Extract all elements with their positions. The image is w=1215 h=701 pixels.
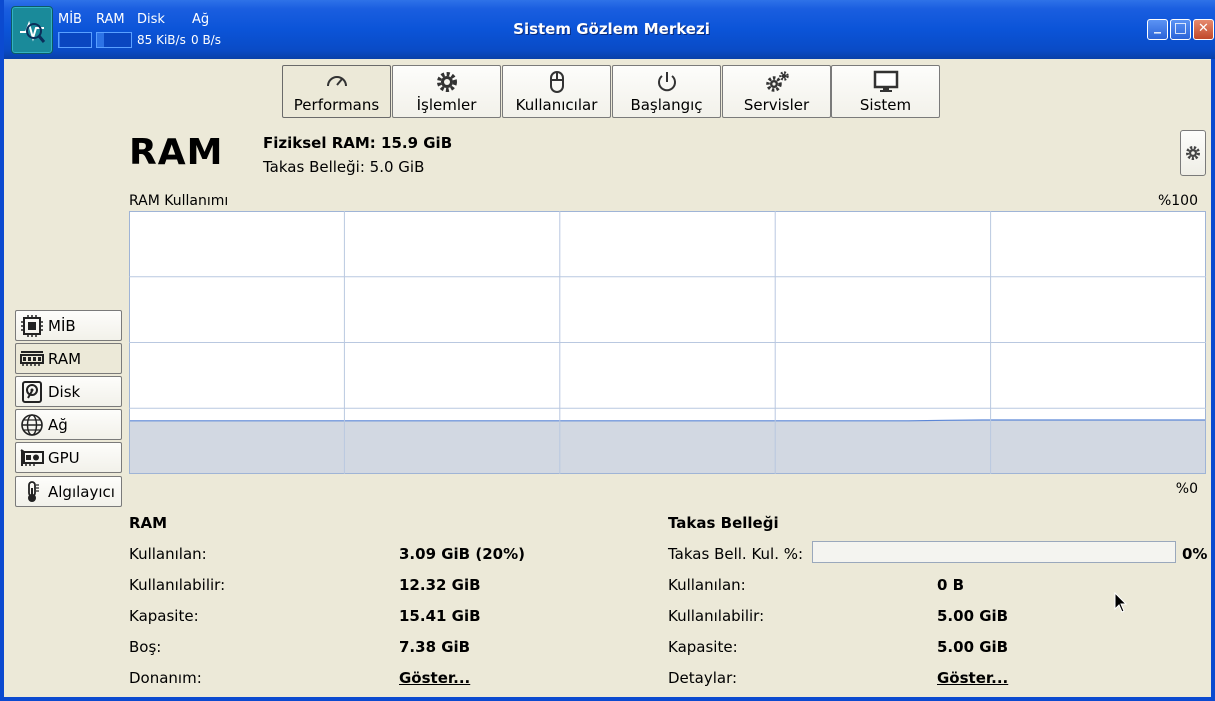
ram-capacity-value: 15.41 GiB (399, 607, 481, 625)
swap-available-value: 5.00 GiB (937, 607, 1009, 625)
tab-kullanicilar[interactable]: Kullanıcılar (502, 65, 611, 118)
ram-usage-chart (129, 211, 1206, 474)
sidebar-item-label: Ağ (48, 416, 68, 434)
window-title: Sistem Gözlem Merkezi (513, 20, 710, 38)
physical-ram-info: Fiziksel RAM: 15.9 GiB (263, 134, 453, 152)
chart-area-fill (130, 420, 1205, 473)
swap-available-label: Kullanılabilir: (668, 607, 765, 625)
gauge-icon (283, 70, 390, 94)
mouse-cursor-icon (1114, 592, 1128, 613)
ram-free-value: 7.38 GiB (399, 638, 471, 656)
tab-baslangic[interactable]: Başlangıç (612, 65, 721, 118)
monitor-icon (832, 70, 939, 94)
title-bar[interactable]: MİB RAM Disk Ağ 85 KiB/s 0 B/s Sistem Gö… (4, 0, 1215, 59)
sidebar-item-label: Disk (48, 383, 81, 401)
ram-used-label: Kullanılan: (129, 545, 207, 563)
tab-label: Başlangıç (630, 96, 703, 114)
swap-used-value: 0 B (937, 576, 965, 594)
ram-available-label: Kullanılabilir: (129, 576, 226, 594)
sidebar-item-disk[interactable]: Disk (15, 376, 122, 407)
page-title: RAM (129, 132, 224, 173)
swap-info: Takas Belleği: 5.0 GiB (263, 158, 425, 176)
sidebar-item-label: GPU (48, 449, 80, 467)
sidebar-item-label: Algılayıcı (48, 483, 115, 501)
tab-label: İşlemler (416, 96, 477, 114)
chart-title: RAM Kullanımı (129, 193, 229, 209)
mouse-icon (503, 70, 610, 94)
swap-section-title: Takas Belleği (668, 514, 779, 532)
tab-servisler[interactable]: Servisler (722, 65, 831, 118)
sidebar-item-network[interactable]: Ağ (15, 409, 122, 440)
swap-usage-bar (812, 541, 1176, 563)
ram-hardware-label: Donanım: (129, 669, 202, 687)
tab-islemler[interactable]: İşlemler (392, 65, 501, 118)
tab-sistem[interactable]: Sistem (831, 65, 940, 118)
thermometer-icon (28, 481, 39, 502)
swap-usage-label: Takas Bell. Kul. %: (668, 545, 804, 563)
gear-icon (1186, 146, 1200, 160)
ram-icon (20, 351, 44, 366)
tab-label: Kullanıcılar (515, 96, 598, 114)
tab-label: Servisler (743, 96, 810, 114)
ram-hardware-link[interactable]: Göster... (399, 669, 470, 687)
disk-icon (22, 381, 42, 403)
settings-button[interactable] (1180, 130, 1206, 176)
cpu-icon (21, 315, 43, 337)
ram-capacity-label: Kapasite: (129, 607, 199, 625)
maximize-button[interactable]: □ (1170, 19, 1191, 40)
swap-capacity-value: 5.00 GiB (937, 638, 1009, 656)
tab-label: Performans (293, 96, 380, 114)
sidebar-item-gpu[interactable]: GPU (15, 442, 122, 473)
swap-details-link[interactable]: Göster... (937, 669, 1008, 687)
ram-available-value: 12.32 GiB (399, 576, 481, 594)
sidebar-item-cpu[interactable]: MİB (15, 310, 122, 341)
swap-usage-percent: 0% (1182, 545, 1208, 563)
tab-performans[interactable]: Performans (282, 65, 391, 118)
minimize-icon: _ (1154, 18, 1161, 34)
sidebar-item-sensors[interactable]: Algılayıcı (15, 476, 122, 507)
close-icon: ✕ (1198, 21, 1209, 36)
swap-capacity-label: Kapasite: (668, 638, 738, 656)
swap-used-label: Kullanılan: (668, 576, 746, 594)
maximize-icon: □ (1173, 20, 1188, 36)
sidebar-item-ram[interactable]: RAM (15, 343, 122, 374)
gears-icon (723, 70, 830, 94)
app-window: MİB RAM Disk Ağ 85 KiB/s 0 B/s Sistem Gö… (0, 0, 1215, 701)
sidebar-item-label: RAM (48, 350, 82, 368)
minimize-button[interactable]: _ (1147, 18, 1168, 40)
power-icon (613, 70, 720, 94)
globe-icon (21, 414, 43, 436)
sidebar-item-label: MİB (48, 317, 76, 335)
tab-label: Sistem (859, 96, 912, 114)
gpu-icon (20, 449, 44, 466)
chart-min-label: %0 (1175, 481, 1198, 497)
chart-max-label: %100 (1157, 193, 1198, 209)
ram-free-label: Boş: (129, 638, 162, 656)
ram-used-value: 3.09 GiB (20%) (399, 545, 525, 563)
close-button[interactable]: ✕ (1193, 19, 1214, 40)
ram-section-title: RAM (129, 514, 168, 532)
gear-icon (393, 70, 500, 94)
swap-details-label: Detaylar: (668, 669, 738, 687)
